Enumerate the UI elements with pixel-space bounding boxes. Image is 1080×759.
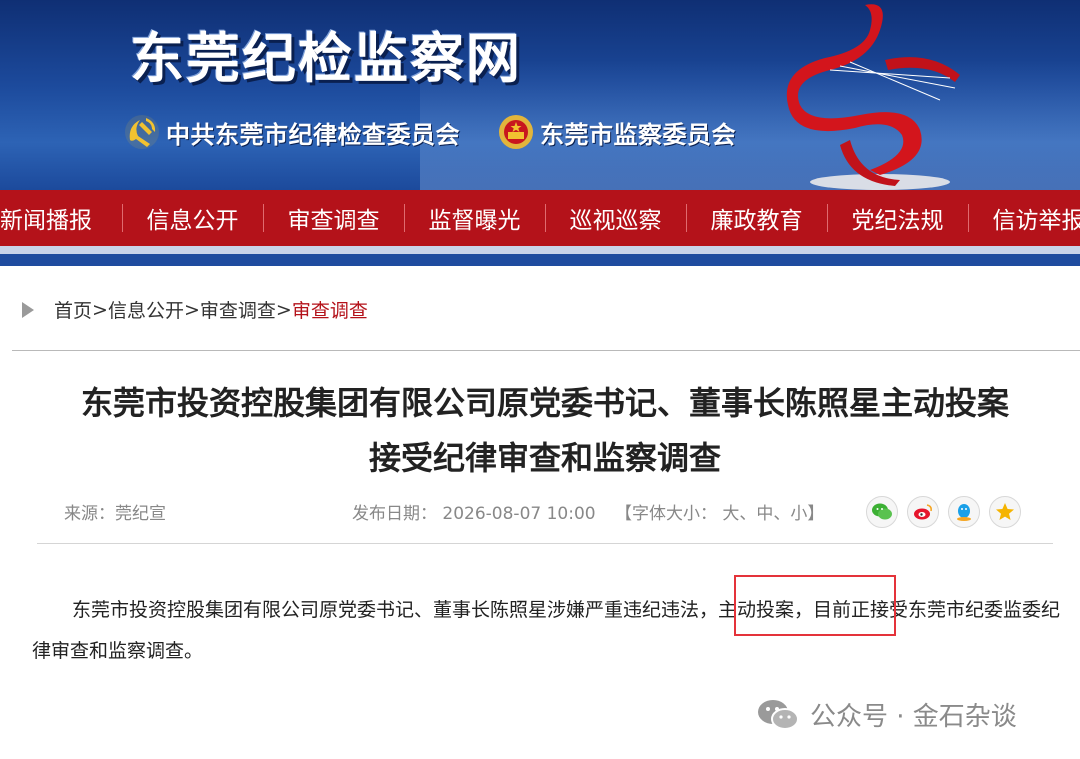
site-title[interactable]: 东莞纪检监察网 [130, 14, 522, 93]
weibo-share-icon [914, 504, 932, 520]
article-date-label: 发布日期： [352, 504, 437, 524]
qq-share-button[interactable] [948, 496, 980, 528]
org-supervision-dongguan: 东莞市监察委员会 [496, 112, 736, 152]
org-ccdi-dongguan: 中共东莞市纪律检查委员会 [122, 112, 460, 152]
font-size-sep: 、 [773, 504, 791, 524]
nav-item-news[interactable]: 新闻播报 [0, 190, 122, 246]
breadcrumb-arrow-icon [22, 301, 34, 318]
font-size-controls: 【字体大小： 大、中、小】 [615, 499, 824, 524]
article-title-line2: 接受纪律审查和监察调查 [368, 439, 721, 477]
article-body: 东莞市投资控股集团有限公司原党委书记、董事长陈照星涉嫌严重违纪违法，主动投案，目… [32, 599, 1061, 662]
wechat-share-icon [872, 503, 892, 520]
breadcrumb-review-investigation[interactable]: 审查调查 [200, 296, 276, 323]
font-size-medium-link[interactable]: 中 [756, 504, 773, 524]
qq-share-icon [957, 504, 971, 521]
breadcrumb-sep: > [183, 298, 200, 321]
article-date: 发布日期： 2026-08-07 10:00 [352, 499, 596, 524]
watermark-text: 公众号 · 金石杂谈 [810, 702, 1017, 732]
breadcrumb-divider [12, 350, 1080, 351]
meta-divider [37, 543, 1053, 544]
breadcrumb-sep: > [275, 298, 292, 321]
article-title-line1: 东莞市投资控股集团有限公司原党委书记、董事长陈照星主动投案 [80, 384, 1009, 422]
font-size-large-link[interactable]: 大 [722, 504, 739, 524]
font-size-end: 】 [807, 504, 825, 524]
nav-item-party-regulations[interactable]: 党纪法规 [827, 190, 968, 246]
nav-item-supervision-exposure[interactable]: 监督曝光 [404, 190, 545, 246]
article-source: 来源：莞纪宣 [64, 504, 166, 524]
article-title: 东莞市投资控股集团有限公司原党委书记、董事长陈照星主动投案 接受纪律审查和监察调… [40, 376, 1050, 486]
site-banner: 东莞纪检监察网 中共东莞市纪律检查委员会 东莞市监察委员会 [0, 0, 1080, 190]
nav-item-inspection[interactable]: 巡视巡察 [545, 190, 686, 246]
share-bar [866, 496, 1021, 528]
breadcrumb-home[interactable]: 首页 [54, 296, 92, 323]
highlight-annotation-box [734, 575, 896, 636]
org-name-ccdi: 中共东莞市纪律检查委员会 [166, 120, 460, 149]
nav-item-integrity-education[interactable]: 廉政教育 [686, 190, 827, 246]
font-size-label: 【字体大小： [615, 504, 717, 524]
breadcrumb-info-disclosure[interactable]: 信息公开 [108, 296, 184, 323]
nav-divider-dark [0, 254, 1080, 266]
article-date-value: 2026-08-07 10:00 [442, 504, 596, 524]
nav-item-review-investigation[interactable]: 审查调查 [263, 190, 404, 246]
nav-divider-light [0, 246, 1080, 254]
breadcrumb-current[interactable]: 审查调查 [292, 296, 368, 323]
red-sculpture-image [786, 4, 960, 190]
font-size-sep: 、 [739, 504, 757, 524]
org-name-supervision: 东莞市监察委员会 [540, 120, 736, 149]
breadcrumb: 首页 > 信息公开 > 审查调查 > 审查调查 [22, 296, 368, 323]
wechat-logo-icon [758, 699, 799, 730]
main-nav: 新闻播报 信息公开 审查调查 监督曝光 巡视巡察 廉政教育 党纪法规 信访举报 [0, 190, 1080, 246]
wechat-share-button[interactable] [866, 496, 898, 528]
nav-item-petition-report[interactable]: 信访举报 [968, 190, 1080, 246]
nav-item-info-disclosure[interactable]: 信息公开 [122, 190, 263, 246]
breadcrumb-sep: > [92, 298, 108, 321]
national-emblem-icon [499, 115, 533, 149]
favorite-button[interactable] [989, 496, 1021, 528]
weibo-share-button[interactable] [907, 496, 939, 528]
favorite-star-icon [996, 503, 1014, 520]
party-emblem-icon [125, 115, 159, 149]
font-size-small-link[interactable]: 小 [790, 504, 807, 524]
watermark: 公众号 · 金石杂谈 [756, 696, 1017, 733]
